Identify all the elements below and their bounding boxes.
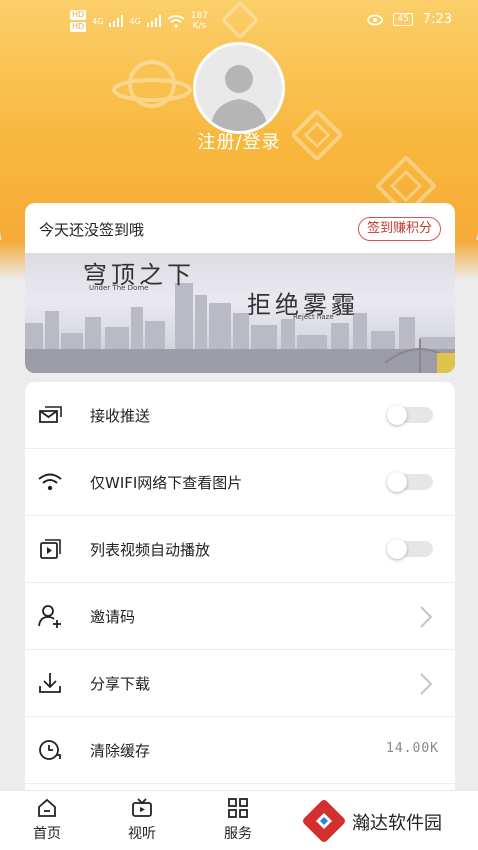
chevron-right-icon <box>420 673 433 695</box>
settings-row-share-download[interactable]: 分享下载 <box>25 650 455 717</box>
status-bar: HD HD 4G 4G 187 K/s 45 7:23 <box>0 0 478 40</box>
grid-icon <box>228 798 248 818</box>
clock: 7:23 <box>422 12 452 27</box>
hd-badge: HD <box>70 22 87 32</box>
avatar[interactable] <box>193 42 285 134</box>
signal-icon <box>146 15 161 27</box>
video-play-icon <box>40 539 61 559</box>
signin-button[interactable]: 签到赚积分 <box>357 217 441 241</box>
signal-icon <box>109 15 124 27</box>
settings-row-invite-code[interactable]: 邀请码 <box>25 583 455 650</box>
hd-badge: HD <box>70 10 87 20</box>
promo-banner[interactable]: 穹顶之下 Under The Dome 拒绝雾霾 Reject haze <box>25 253 455 373</box>
add-user-icon <box>38 605 61 628</box>
settings-row-push[interactable]: 接收推送 <box>25 382 455 449</box>
watermark-logo-icon <box>303 800 345 842</box>
login-register-link[interactable]: 注册/登录 <box>0 128 478 154</box>
tab-home[interactable]: 首页 <box>17 797 77 843</box>
network-speed: 187 K/s <box>190 11 208 31</box>
site-watermark: 瀚达软件园 <box>298 795 478 850</box>
settings-row-label: 列表视频自动播放 <box>90 541 211 559</box>
tab-services[interactable]: 服务 <box>208 797 268 843</box>
cache-size: 14.00K <box>386 741 439 756</box>
wifi-status-icon <box>167 14 185 28</box>
settings-row-autoplay[interactable]: 列表视频自动播放 <box>25 516 455 583</box>
planet-decoration-icon <box>112 60 192 108</box>
signin-card: 今天还没签到哦 签到赚积分 穹顶之下 Under The Dome 拒绝雾霾 R… <box>25 203 455 373</box>
watermark-text: 瀚达软件园 <box>352 813 442 834</box>
chevron-right-icon <box>420 606 433 628</box>
download-icon <box>39 673 61 693</box>
default-user-icon <box>196 45 282 131</box>
tv-icon <box>132 798 152 817</box>
banner-subtitle: Reject haze <box>293 313 334 321</box>
network-type: 4G <box>92 16 104 26</box>
wifi-images-toggle[interactable] <box>387 472 433 492</box>
settings-row-label: 接收推送 <box>90 407 151 425</box>
push-toggle[interactable] <box>387 405 433 425</box>
banner-subtitle: Under The Dome <box>89 284 149 292</box>
settings-row-label: 邀请码 <box>90 608 136 626</box>
settings-row-label: 清除缓存 <box>90 742 151 760</box>
settings-row-clear-cache[interactable]: 清除缓存 14.00K <box>25 717 455 784</box>
envelope-icon <box>39 406 62 423</box>
wifi-icon <box>38 473 62 491</box>
autoplay-toggle[interactable] <box>387 539 433 559</box>
network-type: 4G <box>129 16 141 26</box>
settings-list: 接收推送 仅WIFI网络下查看图片 列表视频自动播放 邀请码 分享下载 清除缓存… <box>25 382 455 802</box>
eye-icon <box>367 14 384 25</box>
home-icon <box>38 798 56 817</box>
settings-row-wifi-images[interactable]: 仅WIFI网络下查看图片 <box>25 449 455 516</box>
settings-row-label: 分享下载 <box>90 675 151 693</box>
tab-media[interactable]: 视听 <box>112 797 172 843</box>
signin-message: 今天还没签到哦 <box>39 221 145 239</box>
clear-cache-icon <box>39 740 61 760</box>
battery-indicator: 45 <box>393 13 413 26</box>
settings-row-label: 仅WIFI网络下查看图片 <box>90 474 243 492</box>
